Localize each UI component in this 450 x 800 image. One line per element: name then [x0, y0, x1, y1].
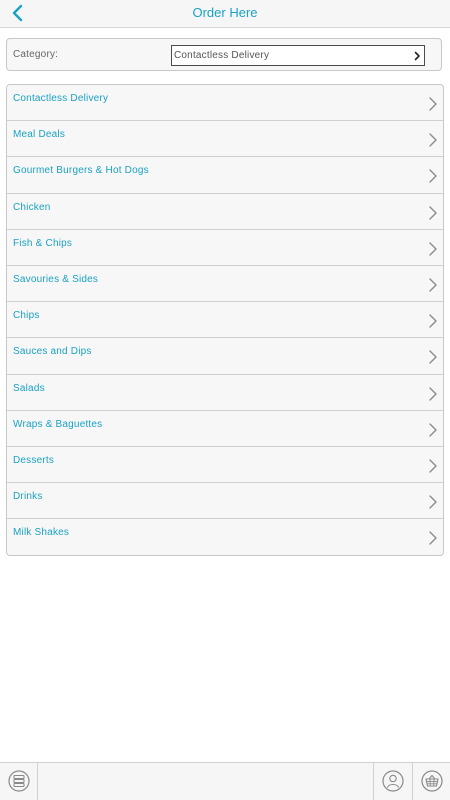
list-item[interactable]: Chips [7, 302, 443, 339]
list-item-label: Wraps & Baguettes [13, 418, 103, 430]
list-item-label: Drinks [13, 491, 43, 503]
list-item[interactable]: Drinks [7, 483, 443, 520]
list-item-label: Meal Deals [13, 129, 66, 141]
category-selected-value: Contactless Delivery [174, 50, 270, 61]
user-account-icon [382, 770, 404, 792]
chevron-right-icon [414, 51, 420, 61]
account-button[interactable] [373, 763, 411, 800]
list-item-label: Chicken [13, 201, 51, 213]
basket-icon [421, 770, 443, 792]
list-menu-icon [8, 770, 30, 792]
chevron-right-icon [429, 531, 437, 545]
list-item[interactable]: Gourmet Burgers & Hot Dogs [7, 157, 443, 194]
bottom-toolbar [0, 762, 450, 800]
chevron-right-icon [429, 314, 437, 328]
order-screen: Order Here Category: Contactless Deliver… [0, 0, 450, 800]
list-item-label: Contactless Delivery [13, 93, 109, 104]
chevron-right-icon [429, 205, 437, 220]
page-title: Order Here [192, 5, 258, 20]
category-panel: Category: Contactless Delivery [6, 38, 442, 71]
list-item-label: Gourmet Burgers & Hot Dogs [13, 165, 149, 177]
list-item[interactable]: Milk Shakes [7, 519, 443, 555]
category-label: Category: [13, 49, 59, 60]
list-item-label: Milk Shakes [13, 527, 70, 539]
chevron-right-icon [429, 97, 437, 111]
chevron-right-icon [429, 169, 437, 184]
list-item-label: Savouries & Sides [13, 273, 99, 285]
chevron-right-icon [429, 422, 437, 437]
list-item[interactable]: Chicken [7, 194, 443, 230]
chevron-right-icon [429, 459, 437, 473]
list-item-label: Desserts [13, 454, 55, 466]
list-item[interactable]: Salads [7, 375, 443, 411]
list-item[interactable]: Savouries & Sides [7, 266, 443, 303]
list-item[interactable]: Fish & Chips [7, 230, 443, 266]
chevron-right-icon [429, 386, 437, 401]
basket-button[interactable] [412, 763, 450, 800]
chevron-right-icon [429, 495, 437, 509]
list-item-label: Salads [13, 382, 45, 394]
list-item[interactable]: Contactless Delivery [7, 85, 443, 122]
list-item[interactable]: Sauces and Dips [7, 338, 443, 375]
chevron-right-icon [429, 278, 437, 292]
list-item-label: Fish & Chips [13, 237, 73, 249]
menu-button[interactable] [0, 763, 38, 800]
list-item-label: Sauces and Dips [13, 346, 92, 358]
list-item-label: Chips [13, 310, 40, 322]
chevron-right-icon [429, 350, 437, 365]
list-item[interactable]: Meal Deals [7, 121, 443, 158]
list-item[interactable]: Desserts [7, 447, 443, 484]
chevron-right-icon [429, 133, 437, 147]
header-bar: Order Here [0, 0, 450, 28]
category-list: Contactless Delivery Meal Deals Gourmet … [6, 84, 444, 557]
chevron-right-icon [429, 242, 437, 256]
category-dropdown[interactable]: Contactless Delivery [171, 45, 425, 66]
list-item[interactable]: Wraps & Baguettes [7, 411, 443, 447]
